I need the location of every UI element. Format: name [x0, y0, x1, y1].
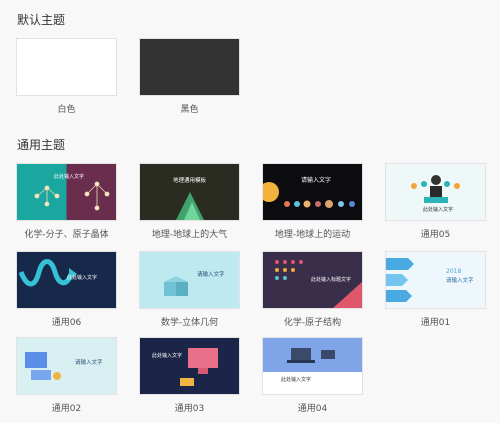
theme-thumbnail: 此处输入文字	[16, 163, 117, 221]
theme-card-white[interactable]: 白色	[16, 38, 117, 115]
planets-illustration	[263, 182, 355, 208]
thumbnail-text: 此处输入文字	[423, 207, 454, 213]
theme-card-chemistry-molecule[interactable]: 此处输入文字 化学-分子、原子晶体	[16, 163, 117, 240]
theme-label: 地理-地球上的大气	[151, 230, 228, 240]
theme-card-general-03[interactable]: 此处输入文字 通用03	[139, 337, 240, 414]
theme-thumbnail: 请输入文字	[139, 251, 240, 309]
theme-card-general-04[interactable]: 此处输入文字 通用04	[262, 337, 363, 414]
theme-card-math-solid-geometry[interactable]: 请输入文字 数学-立体几何	[139, 251, 240, 328]
thumbnail-text: 请输入文字	[75, 360, 103, 366]
theme-label: 通用02	[51, 404, 82, 414]
theme-card-general-01[interactable]: 2018 请输入文字 通用01	[385, 251, 486, 328]
theme-label: 通用05	[420, 230, 451, 240]
theme-label: 地理-地球上的运动	[274, 230, 351, 240]
theme-thumbnail: 此处输入文字	[16, 251, 117, 309]
theme-label: 白色	[57, 105, 76, 115]
devices-illustration	[25, 352, 61, 380]
theme-card-geography-atmosphere[interactable]: 地理通用模板 地理-地球上的大气	[139, 163, 240, 240]
thumbnail-text: 此处输入文字	[152, 353, 183, 359]
theme-thumbnail: 地理通用模板	[139, 163, 240, 221]
theme-card-black[interactable]: 黑色	[139, 38, 240, 115]
mountain-illustration	[176, 192, 204, 220]
general-themes-title: 通用主题	[17, 138, 66, 152]
thumbnail-text: 此处输入文字	[54, 174, 85, 180]
thumbnail-text: 此处输入标题文字	[311, 277, 352, 283]
cube-illustration	[164, 276, 188, 296]
theme-thumbnail: 此处输入文字	[139, 337, 240, 395]
theme-thumbnail	[139, 38, 240, 96]
default-themes-title: 默认主题	[17, 13, 66, 27]
monitor-illustration	[180, 348, 218, 386]
theme-label: 通用03	[174, 404, 205, 414]
theme-card-general-06[interactable]: 此处输入文字 通用06	[16, 251, 117, 328]
theme-label: 化学-分子、原子晶体	[24, 230, 109, 240]
theme-thumbnail: 此处输入文字	[262, 337, 363, 395]
theme-card-chemistry-atomic-structure[interactable]: 此处输入标题文字 化学-原子结构	[262, 251, 363, 328]
thumbnail-year: 2018	[446, 268, 462, 275]
theme-card-geography-motion[interactable]: 请输入文字 地理-地球上的运动	[262, 163, 363, 240]
thumbnail-text: 地理通用模板	[173, 178, 207, 184]
theme-thumbnail: 此处输入文字	[385, 163, 486, 221]
theme-thumbnail: 请输入文字	[262, 163, 363, 221]
theme-label: 通用06	[51, 318, 82, 328]
theme-thumbnail	[16, 38, 117, 96]
thumbnail-text: 请输入文字	[197, 272, 225, 278]
theme-thumbnail: 此处输入标题文字	[262, 251, 363, 309]
theme-thumbnail: 2018 请输入文字	[385, 251, 486, 309]
theme-card-general-02[interactable]: 请输入文字 通用02	[16, 337, 117, 414]
theme-label: 黑色	[180, 105, 199, 115]
theme-label: 化学-原子结构	[283, 318, 342, 328]
theme-label: 通用01	[420, 318, 451, 328]
thumbnail-text: 此处输入文字	[281, 377, 312, 383]
laptop-illustration	[287, 348, 335, 363]
thumbnail-text: 此处输入文字	[67, 275, 98, 281]
thumbnail-text: 请输入文字	[446, 278, 474, 284]
theme-card-general-05[interactable]: 此处输入文字 通用05	[385, 163, 486, 240]
thumbnail-text: 请输入文字	[301, 177, 332, 184]
theme-label: 数学-立体几何	[160, 318, 219, 328]
theme-thumbnail: 请输入文字	[16, 337, 117, 395]
theme-label: 通用04	[297, 404, 328, 414]
